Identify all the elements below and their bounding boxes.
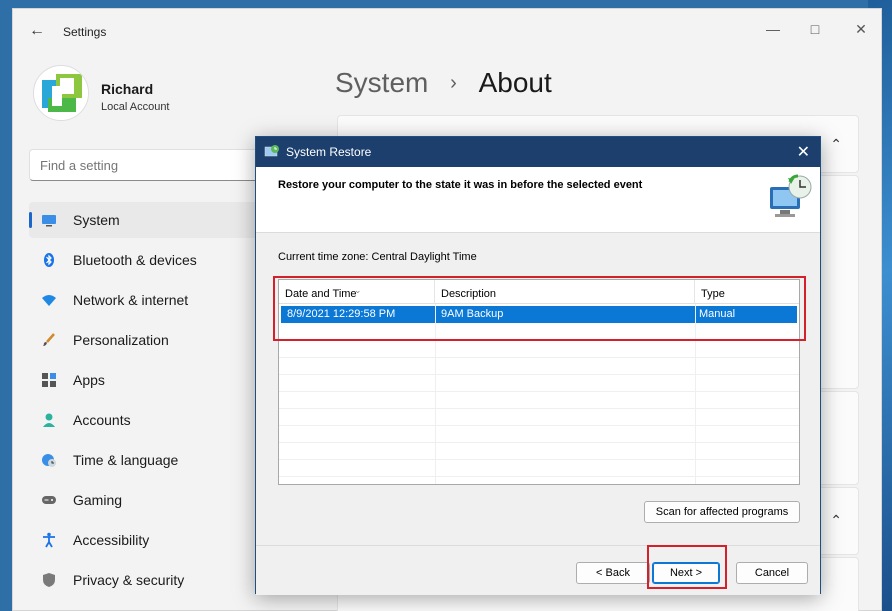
sidebar-item-gaming[interactable]: Gaming — [29, 482, 291, 518]
row-gridline — [279, 442, 799, 443]
chevron-up-icon[interactable]: ⌃ — [830, 136, 842, 153]
breadcrumb-separator: › — [450, 72, 457, 94]
sidebar-item-accounts[interactable]: Accounts — [29, 402, 291, 438]
search-input[interactable] — [30, 150, 250, 180]
minimize-icon[interactable]: — — [763, 19, 783, 39]
shield-icon — [43, 573, 55, 587]
system-restore-dialog: System Restore ✕ Restore your computer t… — [255, 136, 821, 595]
monitor-icon — [42, 215, 56, 227]
sidebar-item-label: Privacy & security — [73, 572, 185, 588]
page-title: About — [478, 67, 552, 98]
wifi-icon — [42, 295, 56, 306]
search-box[interactable] — [29, 149, 291, 181]
sidebar-item-label: System — [73, 212, 120, 228]
accessibility-icon — [43, 532, 55, 548]
sidebar-item-apps[interactable]: Apps — [29, 362, 291, 398]
avatar-logo-icon — [34, 66, 88, 120]
bluetooth-icon — [44, 253, 54, 267]
dialog-heading: Restore your computer to the state it wa… — [278, 179, 643, 191]
row-gridline — [279, 408, 799, 409]
person-icon — [43, 413, 55, 427]
row-gridline — [279, 459, 799, 460]
app-title: Settings — [63, 25, 107, 39]
sidebar-item-network[interactable]: Network & internet — [29, 282, 291, 318]
sidebar-item-bluetooth[interactable]: Bluetooth & devices — [29, 242, 291, 278]
sidebar-nav: System Bluetooth & devices Network & int… — [29, 202, 291, 602]
sidebar-item-label: Gaming — [73, 492, 123, 508]
sidebar-item-label: Accessibility — [73, 532, 150, 548]
system-restore-icon — [264, 145, 279, 157]
back-arrow-icon[interactable]: ← — [29, 23, 45, 39]
dialog-titlebar: System Restore ✕ — [256, 137, 820, 167]
close-icon[interactable]: ✕ — [797, 142, 810, 162]
sidebar-item-time-language[interactable]: Time & language — [29, 442, 291, 478]
sidebar-item-label: Accounts — [73, 412, 131, 428]
sidebar-item-label: Time & language — [73, 452, 179, 468]
sidebar-item-label: Bluetooth & devices — [73, 252, 197, 268]
sidebar-item-privacy-security[interactable]: Privacy & security — [29, 562, 291, 598]
breadcrumb: System › About — [335, 67, 552, 99]
sidebar-item-label: Apps — [73, 372, 105, 388]
account-type: Local Account — [101, 101, 170, 113]
timezone-label: Current time zone: Central Daylight Time — [278, 251, 477, 263]
gamepad-icon — [42, 496, 56, 504]
sidebar-item-system[interactable]: System — [29, 202, 291, 238]
close-icon[interactable]: ✕ — [851, 19, 871, 39]
dialog-title: System Restore — [286, 145, 372, 159]
scan-affected-programs-button[interactable]: Scan for affected programs — [644, 501, 800, 523]
row-gridline — [279, 476, 799, 477]
back-button[interactable]: < Back — [576, 562, 650, 584]
sidebar-item-label: Personalization — [73, 332, 169, 348]
user-name: Richard — [101, 81, 154, 97]
row-gridline — [279, 425, 799, 426]
row-gridline — [279, 374, 799, 375]
apps-icon — [42, 373, 56, 387]
sidebar-item-accessibility[interactable]: Accessibility — [29, 522, 291, 558]
cancel-button[interactable]: Cancel — [736, 562, 808, 584]
titlebar: ← Settings — □ ✕ — [13, 9, 881, 55]
row-gridline — [279, 391, 799, 392]
maximize-icon[interactable]: □ — [805, 19, 825, 39]
breadcrumb-parent[interactable]: System — [335, 67, 428, 98]
restore-computer-icon — [770, 174, 812, 217]
dialog-header: Restore your computer to the state it wa… — [256, 167, 820, 233]
avatar — [33, 65, 89, 121]
restore-point-highlight — [273, 276, 806, 341]
sidebar-item-label: Network & internet — [73, 292, 189, 308]
dialog-footer: < Back Next > Cancel — [256, 545, 820, 595]
next-button-highlight — [647, 545, 727, 589]
row-gridline — [279, 357, 799, 358]
chevron-up-icon[interactable]: ⌃ — [830, 512, 842, 529]
globe-clock-icon — [42, 454, 56, 467]
sidebar-item-personalization[interactable]: Personalization — [29, 322, 291, 358]
brush-icon — [43, 333, 55, 346]
